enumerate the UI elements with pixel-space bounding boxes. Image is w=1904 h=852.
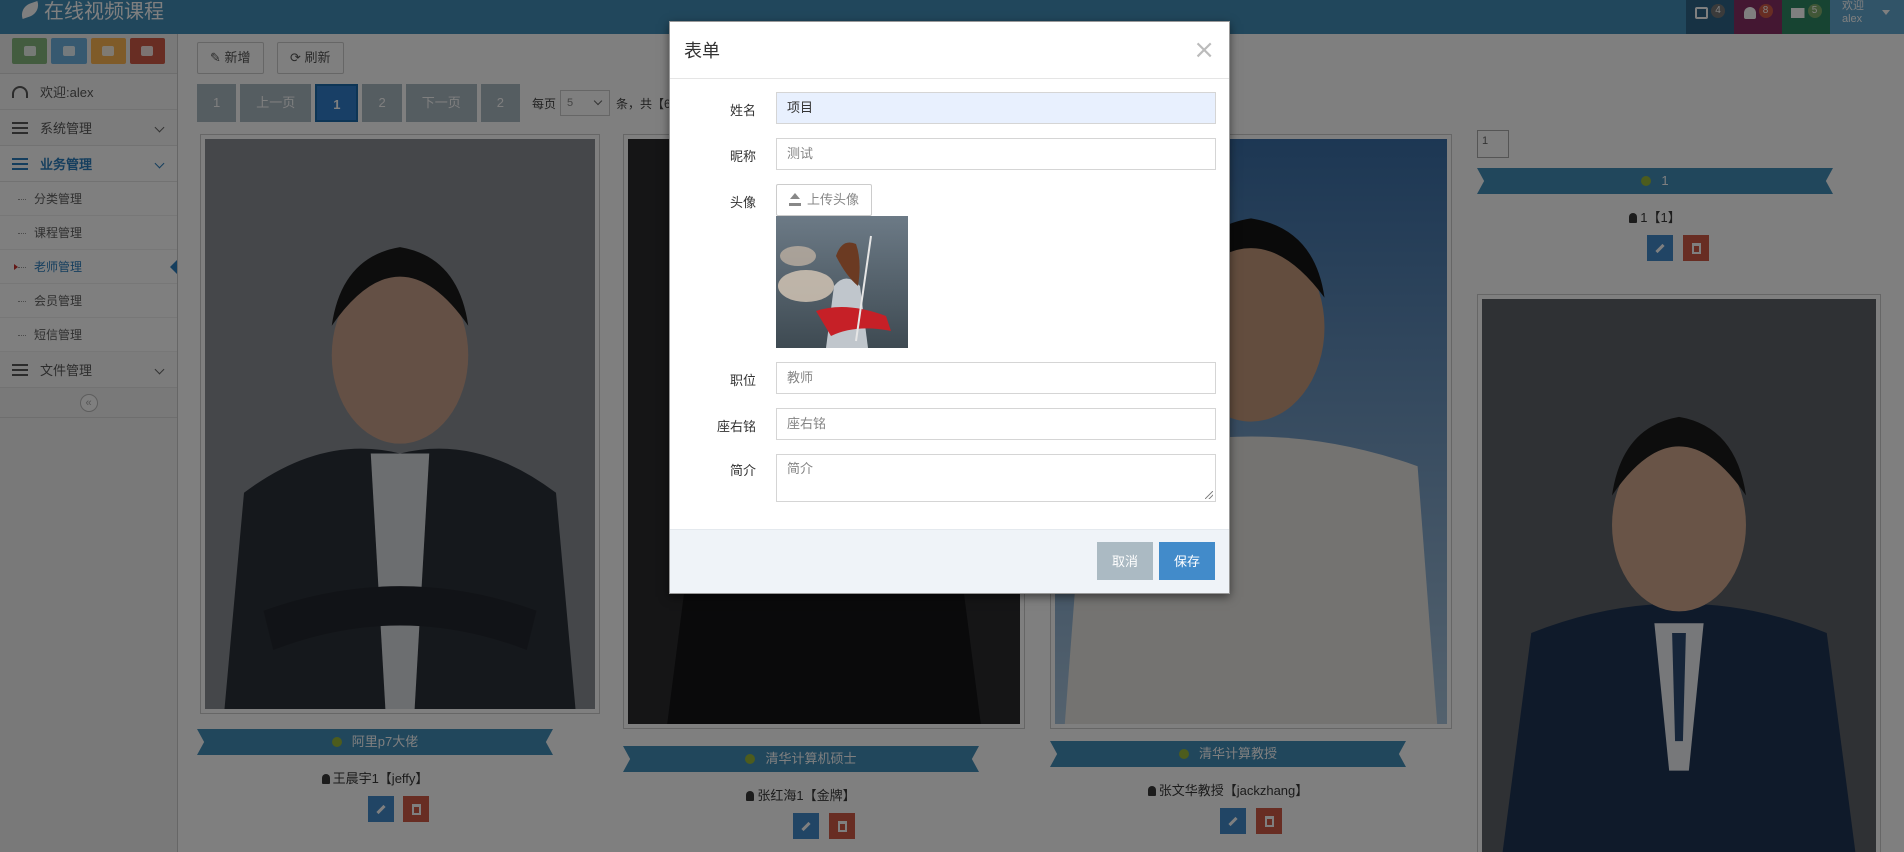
nickname-field[interactable]: 测试 — [776, 138, 1216, 170]
form-row-nickname: 昵称 测试 — [670, 138, 1231, 170]
modal-header: 表单 × — [670, 22, 1229, 79]
name-label: 姓名 — [729, 103, 756, 118]
intro-textarea[interactable]: 简介 — [776, 454, 1216, 502]
nickname-label: 昵称 — [729, 149, 756, 164]
position-label: 职位 — [729, 373, 756, 388]
upload-avatar-button[interactable]: 上传头像 — [776, 184, 872, 216]
upload-avatar-label: 上传头像 — [807, 192, 860, 207]
modal-title: 表单 — [684, 41, 720, 61]
avatar-label: 头像 — [729, 195, 756, 210]
position-field[interactable]: 教师 — [776, 362, 1216, 394]
form-row-avatar: 头像 上传头像 — [670, 184, 1231, 350]
teacher-form-modal: 表单 × 姓名 项目 昵称 测试 头像 上传头像 职位 教师 座右铭 座右铭 简… — [669, 21, 1230, 594]
form-row-name: 姓名 项目 — [670, 92, 1231, 124]
motto-field[interactable]: 座右铭 — [776, 408, 1216, 440]
avatar-preview — [776, 216, 908, 348]
motto-label: 座右铭 — [716, 419, 756, 434]
cancel-button[interactable]: 取消 — [1096, 542, 1153, 580]
form-row-motto: 座右铭 座右铭 — [670, 408, 1231, 440]
upload-icon — [789, 193, 801, 206]
modal-footer: 取消 保存 — [670, 529, 1229, 593]
name-field[interactable]: 项目 — [776, 92, 1216, 124]
close-icon[interactable]: × — [1193, 37, 1215, 63]
form-row-intro: 简介 简介 — [670, 454, 1231, 502]
save-button[interactable]: 保存 — [1158, 542, 1215, 580]
form-row-position: 职位 教师 — [670, 362, 1231, 394]
intro-label: 简介 — [729, 463, 756, 478]
